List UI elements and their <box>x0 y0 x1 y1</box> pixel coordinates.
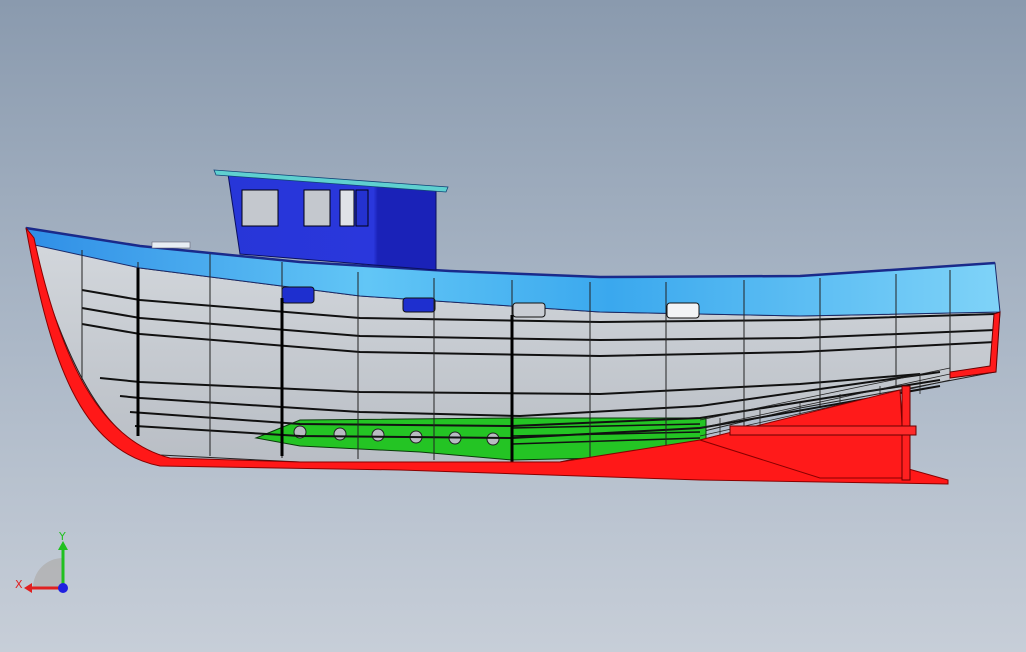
freeing-port <box>666 302 700 319</box>
cabin-window <box>303 189 331 227</box>
triad-plane-quadrant <box>33 558 63 588</box>
freeing-port <box>281 286 315 304</box>
z-axis-dot <box>58 583 68 593</box>
x-axis-label: X <box>15 578 23 591</box>
y-axis-label: Y <box>58 530 66 543</box>
cabin-door-window <box>339 189 355 227</box>
propeller-shaft <box>729 425 917 436</box>
freeing-port <box>512 302 546 318</box>
cabin-window <box>241 189 279 227</box>
freeing-port <box>402 297 436 313</box>
graphics-viewport[interactable]: X Y <box>0 0 1026 652</box>
coordinate-triad[interactable]: X Y <box>8 528 88 608</box>
ship-model-view[interactable] <box>0 0 1026 652</box>
x-axis-arrowhead <box>24 583 32 593</box>
cabin-door-window <box>355 189 369 227</box>
bow-fitting <box>151 241 191 249</box>
